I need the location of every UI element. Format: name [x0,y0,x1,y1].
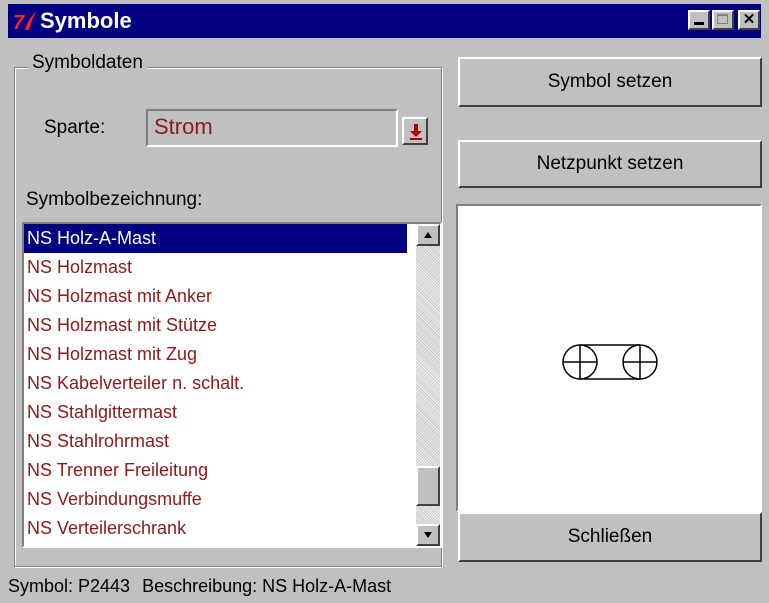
list-item[interactable]: NS Kabelverteiler n. schalt. [24,369,407,398]
arrow-up-icon [424,232,432,238]
symbol-setzen-button[interactable]: Symbol setzen [458,57,762,107]
list-item[interactable]: NS Stahlrohrmast [24,427,407,456]
scroll-down-button[interactable] [416,524,440,546]
symbole-window: 7 Symbole ✕ Symboldaten Sparte: Strom Sy… [0,0,769,603]
list-scrollbar[interactable] [416,224,440,546]
list-item[interactable]: NS Verteilerschrank [24,514,407,543]
group-label: Symboldaten [28,52,147,74]
status-bar: Symbol: P2443 Beschreibung: NS Holz-A-Mas… [8,572,391,600]
symbolbezeichnung-label: Symbolbezeichnung: [26,189,203,210]
list-item[interactable]: NS Trenner Freileitung [24,456,407,485]
netzpunkt-setzen-button[interactable]: Netzpunkt setzen [458,140,762,188]
title-bar[interactable]: 7 Symbole ✕ [8,4,761,38]
status-symbol: Symbol: P2443 [8,576,131,596]
list-item[interactable]: NS Holzmast mit Stütze [24,311,407,340]
list-item[interactable]: NS Holzmast mit Anker [24,282,407,311]
sparte-dropdown-button[interactable] [402,117,428,145]
list-item[interactable]: NS Verbindungsmuffe [24,485,407,514]
list-item[interactable]: NS Holzmast [24,253,407,282]
status-description: Beschreibung: NS Holz-A-Mast [142,576,392,596]
minimize-icon[interactable] [688,10,710,30]
close-icon[interactable]: ✕ [738,10,760,30]
symbol-preview [456,204,762,512]
scroll-up-button[interactable] [416,224,440,246]
list-item[interactable]: NS Stahlgittermast [24,398,407,427]
arrow-down-icon [424,532,432,538]
symbol-list: NS Holz-A-Mast NS Holzmast NS Holzmast mit… [24,224,407,543]
symbol-listbox[interactable]: NS Holz-A-Mast NS Holzmast NS Holzmast mit… [22,222,442,548]
tk-feather-icon: 7 [12,8,38,34]
sparte-label: Sparte: [44,117,106,138]
window-title: Symbole [40,8,132,33]
scroll-thumb[interactable] [416,466,440,506]
dropdown-arrow-icon [410,124,422,140]
list-item[interactable]: NS Holz-A-Mast [24,224,407,253]
svg-text:7: 7 [13,12,25,34]
schliessen-button[interactable]: Schließen [458,512,762,562]
sparte-select[interactable]: Strom [146,109,398,147]
list-item[interactable]: NS Holzmast mit Zug [24,340,407,369]
symbol-preview-drawing [562,344,658,380]
maximize-icon[interactable] [712,10,734,30]
